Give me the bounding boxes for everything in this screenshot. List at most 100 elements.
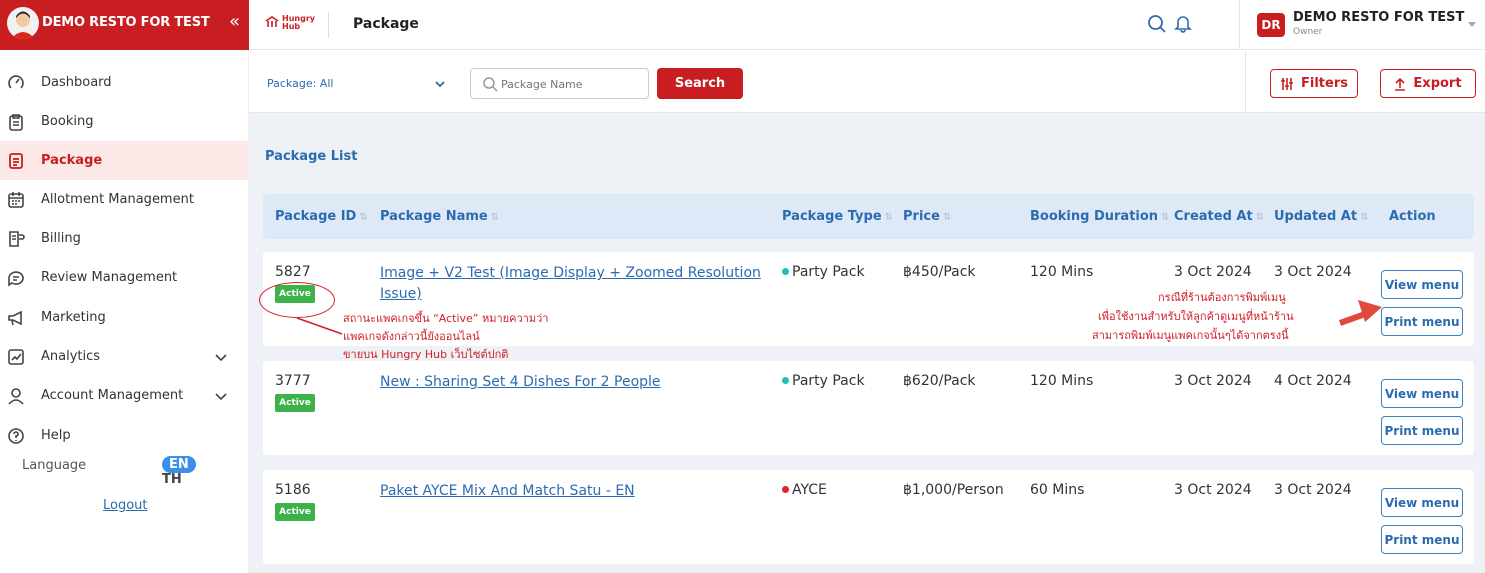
table-row: 3777 Active New : Sharing Set 4 Dishes F…	[263, 361, 1474, 455]
view-menu-button[interactable]: View menu	[1381, 270, 1463, 299]
print-menu-button[interactable]: Print menu	[1381, 416, 1463, 445]
sidebar-item-label: Account Management	[41, 388, 184, 403]
col-header-updated-at[interactable]: Updated At ⇅	[1274, 209, 1368, 224]
divider	[1239, 0, 1240, 50]
booking-duration: 120 Mins	[1030, 373, 1094, 389]
logo-icon	[265, 16, 279, 27]
logout-link[interactable]: Logout	[103, 498, 148, 513]
sidebar-item-marketing[interactable]: Marketing	[0, 298, 249, 337]
package-price: ฿620/Pack	[903, 373, 976, 389]
search-button[interactable]: Search	[657, 68, 743, 99]
type-dot	[782, 268, 789, 275]
filters-button-label: Filters	[1301, 76, 1348, 91]
chevron-down-icon	[435, 81, 445, 88]
page-title: Package	[353, 16, 419, 32]
sidebar-item-label: Billing	[41, 231, 81, 246]
sidebar-item-dashboard[interactable]: Dashboard	[0, 63, 249, 102]
restaurant-avatar	[7, 7, 39, 39]
divider	[1245, 51, 1246, 113]
sidebar-item-label: Dashboard	[41, 75, 112, 90]
export-button[interactable]: Export	[1380, 69, 1476, 98]
sidebar-item-label: Marketing	[41, 310, 106, 325]
type-dot	[782, 377, 789, 384]
sidebar-item-billing[interactable]: Billing	[0, 219, 249, 258]
col-header-price[interactable]: Price ⇅	[903, 209, 951, 224]
sidebar-item-package[interactable]: Package	[0, 141, 249, 180]
package-name-link[interactable]: Image + V2 Test (Image Display + Zoomed …	[380, 263, 770, 305]
caret-down-icon[interactable]	[1466, 18, 1478, 30]
col-header-package-name[interactable]: Package Name ⇅	[380, 209, 499, 224]
dashboard-icon	[8, 74, 24, 89]
calendar-icon	[8, 191, 24, 208]
updated-at: 4 Oct 2024	[1274, 373, 1352, 389]
upload-icon	[1395, 77, 1406, 91]
package-list-title: Package List	[265, 149, 358, 164]
package-name-input[interactable]	[501, 74, 641, 94]
col-header-created-at[interactable]: Created At ⇅	[1174, 209, 1264, 224]
annotation-print-line2: เพื่อใช้งานสำหรับให้ลูกค้าดูเมนูที่หน้าร…	[1098, 310, 1294, 323]
sidebar-item-label: Allotment Management	[41, 192, 194, 207]
package-name-link[interactable]: New : Sharing Set 4 Dishes For 2 People	[380, 372, 770, 393]
search-icon[interactable]	[1147, 14, 1167, 34]
sidebar-item-label: Analytics	[41, 349, 101, 364]
table-header: Package ID ⇅ Package Name ⇅ Package Type ⇅ …	[263, 194, 1474, 239]
package-select-value: Package: All	[267, 77, 334, 90]
package-type: AYCE	[782, 482, 827, 498]
billing-icon	[9, 230, 25, 247]
document-icon	[9, 152, 23, 169]
col-header-package-id[interactable]: Package ID ⇅	[275, 209, 368, 224]
lang-en-option[interactable]: EN	[162, 456, 196, 473]
created-at: 3 Oct 2024	[1174, 373, 1252, 389]
booking-duration: 120 Mins	[1030, 264, 1094, 280]
language-switch[interactable]: TH EN	[162, 456, 196, 487]
filters-button[interactable]: Filters	[1270, 69, 1358, 98]
filter-sliders-icon	[1281, 77, 1293, 90]
sidebar-item-allotment-management[interactable]: Allotment Management	[0, 180, 249, 219]
package-id: 3777	[275, 373, 311, 389]
annotation-print-line1: กรณีที่ร้านต้องการพิมพ์เมนู	[1158, 291, 1286, 304]
export-button-label: Export	[1413, 76, 1462, 91]
collapse-sidebar-icon[interactable]: «	[229, 11, 240, 32]
bell-icon[interactable]	[1173, 13, 1193, 33]
status-badge: Active	[275, 503, 315, 521]
view-menu-button[interactable]: View menu	[1381, 488, 1463, 517]
sidebar-item-label: Review Management	[41, 270, 178, 285]
user-name: DEMO RESTO FOR TEST	[1293, 10, 1465, 25]
sidebar-item-review-management[interactable]: Review Management	[0, 258, 249, 297]
annotation-active-line3: ขายบน Hungry Hub เว็บไซต์ปกติ	[343, 348, 509, 361]
sidebar-item-help[interactable]: Help	[0, 416, 249, 455]
top-bar: Hungry Hub Package DR DEMO RESTO FOR TES…	[249, 0, 1485, 50]
annotation-active-line2: แพคเกจดังกล่าวนี้ยังออนไลน์	[343, 330, 480, 343]
col-header-package-type[interactable]: Package Type ⇅	[782, 209, 893, 224]
package-search-box[interactable]	[470, 68, 649, 99]
print-menu-button[interactable]: Print menu	[1381, 307, 1463, 336]
sidebar-item-label: Package	[41, 153, 103, 168]
user-avatar[interactable]: DR	[1257, 13, 1285, 37]
chat-icon	[8, 270, 24, 286]
filter-bar: Package: All Search Filters Export	[249, 51, 1485, 113]
lang-th-option[interactable]: TH	[162, 472, 182, 487]
clipboard-icon	[9, 113, 23, 131]
print-menu-button[interactable]: Print menu	[1381, 525, 1463, 554]
created-at: 3 Oct 2024	[1174, 482, 1252, 498]
col-header-booking-duration[interactable]: Booking Duration ⇅	[1030, 209, 1169, 224]
view-menu-button[interactable]: View menu	[1381, 379, 1463, 408]
sidebar-item-account-management[interactable]: Account Management	[0, 376, 249, 415]
annotation-print-line3: สามารถพิมพ์เมนูแพคเกจนั้นๆได้จากตรงนี้	[1092, 329, 1289, 342]
package-type: Party Pack	[782, 373, 865, 389]
sidebar-item-booking[interactable]: Booking	[0, 102, 249, 141]
annotation-ellipse	[259, 282, 335, 318]
package-status-select[interactable]: Package: All	[257, 69, 453, 99]
sidebar-item-analytics[interactable]: Analytics	[0, 337, 249, 376]
package-type: Party Pack	[782, 264, 865, 280]
logo-text-line2: Hub	[282, 22, 301, 31]
chart-icon	[8, 348, 24, 365]
sidebar-item-label: Booking	[41, 114, 94, 129]
sidebar: DEMO RESTO FOR TEST « Dashboard Booking …	[0, 0, 249, 573]
restaurant-name: DEMO RESTO FOR TEST	[42, 15, 210, 30]
user-role: Owner	[1293, 27, 1323, 37]
updated-at: 3 Oct 2024	[1274, 482, 1352, 498]
package-name-link[interactable]: Paket AYCE Mix And Match Satu - EN	[380, 481, 770, 502]
booking-duration: 60 Mins	[1030, 482, 1085, 498]
annotation-active-line1: สถานะแพคเกจขึ้น “Active” หมายความว่า	[343, 312, 549, 325]
